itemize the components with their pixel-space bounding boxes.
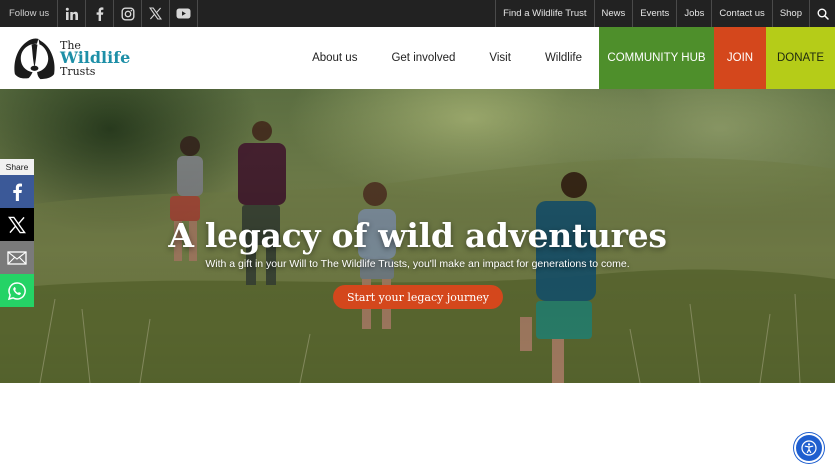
nav-visit[interactable]: Visit [472, 27, 528, 89]
events-link[interactable]: Events [632, 0, 676, 27]
main-nav: About us Get involved Visit Wildlife COM… [280, 27, 835, 89]
search-icon[interactable] [809, 0, 835, 27]
logo-text-trusts: Trusts [60, 64, 96, 78]
email-icon [7, 250, 27, 265]
site-logo[interactable]: The Wildlife Trusts [0, 27, 280, 89]
facebook-icon [13, 183, 23, 201]
site-header: The Wildlife Trusts About us Get involve… [0, 27, 835, 89]
share-whatsapp-button[interactable] [0, 274, 34, 307]
shop-link[interactable]: Shop [771, 0, 809, 27]
jobs-link[interactable]: Jobs [676, 0, 711, 27]
share-label: Share [0, 159, 34, 175]
badger-logo-icon [14, 38, 55, 79]
utility-links: Find a Wildlife Trust News Events Jobs C… [495, 0, 835, 27]
nav-get-involved[interactable]: Get involved [374, 27, 472, 89]
logo-text-wildlife: Wildlife [60, 47, 131, 67]
hero-banner: A legacy of wild adventures With a gift … [0, 89, 835, 383]
accessibility-icon [801, 440, 817, 456]
share-x-button[interactable] [0, 208, 34, 241]
join-button[interactable]: JOIN [714, 27, 766, 89]
contact-us-link[interactable]: Contact us [711, 0, 771, 27]
community-hub-button[interactable]: COMMUNITY HUB [599, 27, 714, 89]
accessibility-button[interactable] [796, 435, 822, 461]
social-links: Follow us [0, 0, 199, 27]
share-email-button[interactable] [0, 241, 34, 274]
nav-wildlife[interactable]: Wildlife [528, 27, 599, 89]
top-utility-bar: Follow us Find a Wildlife Trust News Eve… [0, 0, 835, 27]
x-icon[interactable] [142, 0, 171, 27]
nav-about-us[interactable]: About us [295, 27, 374, 89]
start-legacy-journey-button[interactable]: Start your legacy journey [333, 285, 503, 309]
follow-us-label: Follow us [0, 0, 59, 27]
instagram-icon[interactable] [114, 0, 143, 27]
share-facebook-button[interactable] [0, 175, 34, 208]
youtube-icon[interactable] [170, 0, 199, 27]
donate-button[interactable]: DONATE [766, 27, 835, 89]
news-link[interactable]: News [593, 0, 633, 27]
whatsapp-icon [7, 281, 26, 300]
find-a-wildlife-trust-link[interactable]: Find a Wildlife Trust [495, 0, 593, 27]
hero-subtitle: With a gift in your Will to The Wildlife… [205, 258, 630, 270]
share-rail: Share [0, 159, 34, 307]
linkedin-icon[interactable] [58, 0, 87, 27]
facebook-icon[interactable] [86, 0, 115, 27]
x-icon [8, 216, 26, 233]
hero-title: A legacy of wild adventures [168, 216, 667, 255]
